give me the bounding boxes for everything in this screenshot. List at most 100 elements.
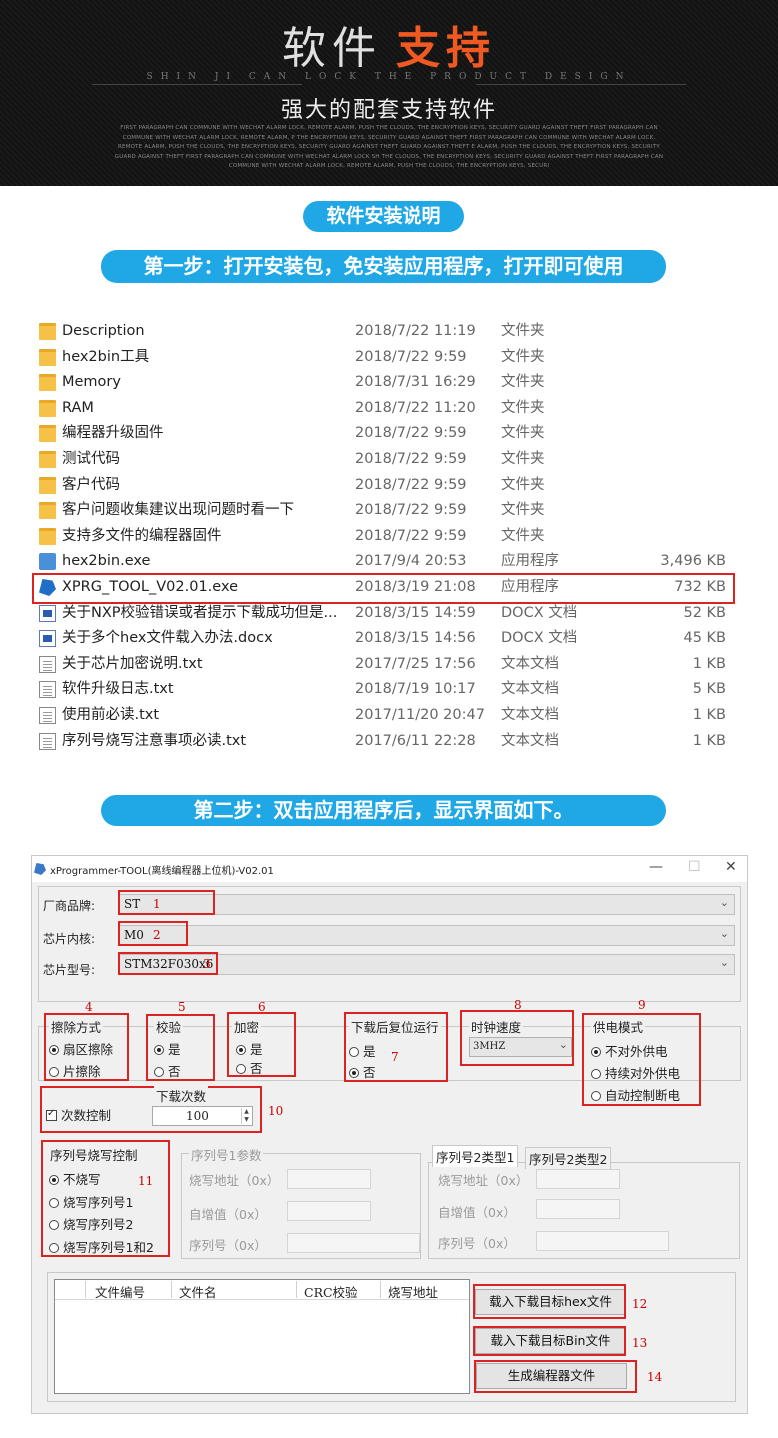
encrypt-no-radio[interactable]: 否 (236, 1058, 263, 1077)
file-row[interactable]: 客户问题收集建议出现问题时看一下 2018/7/22 9:59 文件夹 (32, 498, 752, 524)
file-type: 文本文档 (501, 681, 559, 698)
banner-subtitle: SHIN JI CAN LOCK THE PRODUCT DESIGN (146, 72, 632, 82)
serial2-inc-input[interactable] (536, 1199, 620, 1219)
file-row[interactable]: 关于多个hex文件载入办法.docx 2018/3/15 14:56 DOCX 文档… (32, 626, 752, 652)
file-date: 2017/9/4 20:53 (355, 553, 467, 570)
serial-group-title: 序列号烧写控制 (48, 1145, 140, 1164)
file-date: 2018/7/22 11:20 (355, 399, 476, 416)
file-row[interactable]: 序列号烧写注意事项必读.txt 2017/6/11 22:28 文本文档 1 KB (32, 729, 752, 755)
serial-none-radio[interactable]: 不烧写 (49, 1169, 101, 1188)
marker-10: 10 (268, 1104, 284, 1118)
serial2-addr-input[interactable] (536, 1169, 620, 1189)
column-header-file-name[interactable]: 文件名 (179, 1282, 217, 1300)
serial-2-radio[interactable]: 烧写序列号2 (49, 1214, 133, 1233)
reset-group-title: 下载后复位运行 (349, 1017, 441, 1036)
power-off-radio[interactable]: 不对外供电 (591, 1041, 668, 1060)
serial2-inc-label: 自增值（0x） (438, 1205, 516, 1220)
power-auto-radio[interactable]: 自动控制断电 (591, 1085, 680, 1104)
file-row[interactable]: 客户代码 2018/7/22 9:59 文件夹 (32, 473, 752, 499)
file-type: 文件夹 (501, 502, 545, 519)
file-name: 序列号烧写注意事项必读.txt (62, 732, 247, 749)
count-stepper[interactable]: 100 ▲ ▼ (152, 1106, 253, 1126)
radio-selected-icon (49, 1175, 59, 1185)
file-row[interactable]: RAM 2018/7/22 11:20 文件夹 (32, 396, 752, 422)
file-row[interactable]: 编程器升级固件 2018/7/22 9:59 文件夹 (32, 421, 752, 447)
clock-select[interactable]: 3MHZ ⌄ (469, 1037, 572, 1057)
file-row[interactable]: 关于芯片加密说明.txt 2017/7/25 17:56 文本文档 1 KB (32, 652, 752, 678)
core-label: 芯片内核: (43, 932, 96, 946)
tab-serial2-type2[interactable]: 序列号2类型2 (525, 1147, 612, 1169)
file-row[interactable]: Description 2018/7/22 11:19 文件夹 (32, 319, 752, 345)
folder-icon (39, 323, 56, 340)
stepper-arrows-icon[interactable]: ▲ ▼ (241, 1108, 251, 1124)
model-label: 芯片型号: (43, 963, 96, 977)
file-row[interactable]: 测试代码 2018/7/22 9:59 文件夹 (32, 447, 752, 473)
file-row[interactable]: 支持多文件的编程器固件 2018/7/22 9:59 文件夹 (32, 524, 752, 550)
reset-no-label: 否 (363, 1065, 376, 1080)
file-size: 1 KB (692, 706, 726, 723)
file-type: 文本文档 (501, 706, 559, 723)
file-name: 使用前必读.txt (62, 706, 160, 723)
folder-icon (39, 476, 56, 494)
minimize-button[interactable]: — (649, 859, 663, 875)
file-row[interactable]: hex2bin工具 2018/7/22 9:59 文件夹 (32, 345, 752, 371)
power-on-radio[interactable]: 持续对外供电 (591, 1063, 680, 1082)
file-name: 编程器升级固件 (62, 425, 164, 442)
file-name: hex2bin工具 (62, 348, 150, 365)
marker-box-14 (474, 1360, 637, 1393)
maximize-button[interactable]: ☐ (688, 859, 701, 875)
serial2-sn-input[interactable] (536, 1231, 669, 1251)
core-select[interactable]: M0 ⌄ (118, 925, 735, 946)
radio-selected-icon (349, 1068, 359, 1078)
close-button[interactable]: ✕ (725, 859, 737, 875)
file-row[interactable]: Memory 2018/7/31 16:29 文件夹 (32, 370, 752, 396)
chevron-down-icon: ⌄ (558, 1038, 568, 1051)
serial1-sn-input[interactable] (287, 1233, 420, 1253)
radio-empty-icon (591, 1091, 601, 1101)
file-date: 2018/7/22 9:59 (355, 450, 467, 467)
reset-no-radio[interactable]: 否 (349, 1062, 376, 1081)
file-name: 关于多个hex文件载入办法.docx (62, 630, 273, 647)
column-separator (380, 1281, 381, 1298)
serial2-sn-label: 序列号（0x） (438, 1236, 516, 1251)
count-control-checkbox[interactable]: 次数控制 (46, 1105, 111, 1124)
radio-selected-icon (49, 1045, 59, 1055)
text-file-icon (39, 655, 56, 673)
erase-chip-radio[interactable]: 片擦除 (49, 1061, 101, 1080)
radio-empty-icon (49, 1220, 59, 1230)
file-row[interactable]: 使用前必读.txt 2017/11/20 20:47 文本文档 1 KB (32, 703, 752, 729)
verify-no-radio[interactable]: 否 (154, 1061, 181, 1080)
verify-yes-radio[interactable]: 是 (154, 1039, 181, 1058)
file-date: 2018/7/22 9:59 (355, 502, 467, 519)
title-bar: xProgrammer-TOOL(离线编程器上位机)-V02.01 — ☐ ✕ (32, 856, 747, 882)
serial1-addr-input[interactable] (287, 1169, 371, 1189)
window-title: xProgrammer-TOOL(离线编程器上位机)-V02.01 (50, 866, 274, 877)
reset-yes-label: 是 (363, 1044, 376, 1059)
erase-sector-radio[interactable]: 扇区擦除 (49, 1039, 113, 1058)
column-separator (171, 1281, 172, 1298)
column-header-crc[interactable]: CRC校验 (304, 1282, 358, 1300)
tab-serial2-type1[interactable]: 序列号2类型1 (432, 1145, 519, 1167)
file-name: Memory (62, 374, 121, 391)
serial-both-radio[interactable]: 烧写序列号1和2 (49, 1237, 154, 1256)
application-icon (39, 553, 56, 571)
file-row[interactable]: 软件升级日志.txt 2018/7/19 10:17 文本文档 5 KB (32, 677, 752, 703)
file-table[interactable]: 文件编号 文件名 CRC校验 烧写地址 (54, 1279, 470, 1394)
file-type: 文件夹 (501, 348, 545, 365)
file-name: RAM (62, 399, 94, 416)
file-date: 2018/3/15 14:59 (355, 604, 476, 621)
power-auto-label: 自动控制断电 (605, 1088, 681, 1103)
header-banner: 软件 支持 SHIN JI CAN LOCK THE PRODUCT DESIGN… (0, 0, 778, 186)
column-header-address[interactable]: 烧写地址 (388, 1282, 438, 1300)
file-row[interactable]: hex2bin.exe 2017/9/4 20:53 应用程序 3,496 KB (32, 549, 752, 575)
column-header-file-no[interactable]: 文件编号 (95, 1282, 145, 1300)
erase-chip-label: 片擦除 (63, 1064, 101, 1079)
serial-1-radio[interactable]: 烧写序列号1 (49, 1192, 133, 1211)
serial1-inc-input[interactable] (287, 1201, 371, 1221)
banner-divider-right (476, 84, 686, 85)
file-row[interactable]: 关于NXP校验错误或者提示下载成功但是... 2018/3/15 14:59 DOC… (32, 601, 752, 627)
file-type: 文件夹 (501, 527, 545, 544)
encrypt-yes-radio[interactable]: 是 (236, 1039, 263, 1058)
banner-title: 软件 支持 (0, 12, 778, 76)
reset-yes-radio[interactable]: 是 (349, 1041, 376, 1060)
